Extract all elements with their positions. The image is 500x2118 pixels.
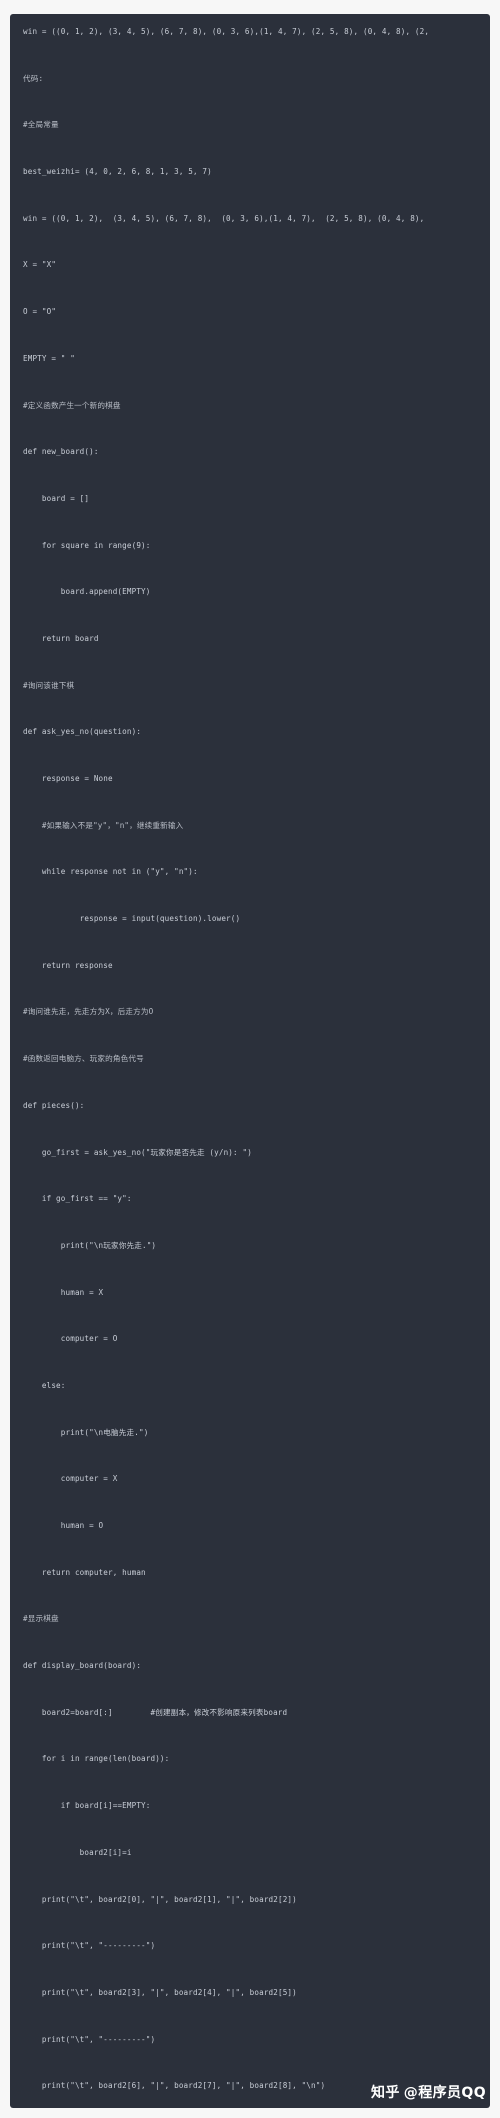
code-line: print("\t", board2[3], "|", board2[4], "… [23,1987,297,1997]
zhihu-author-handle: @程序员QQ [403,2085,486,2101]
code-line: print("\n电脑先走.") [23,1427,149,1437]
code-line: computer = O [23,1334,118,1344]
code-line: else: [23,1380,66,1390]
code-line: #询问该谁下棋 [23,680,75,690]
code-line: print("\t", board2[0], "|", board2[1], "… [23,1894,297,1904]
code-line: while response not in ("y", "n"): [23,867,198,877]
screenshot-page: win = ((0, 1, 2), (3, 4, 5), (6, 7, 8), … [0,0,500,2118]
code-line: #显示棋盘 [23,1614,59,1624]
code-line: for square in range(9): [23,540,151,550]
code-line: X = "X" [23,260,57,270]
code-line: go_first = ask_yes_no("玩家你是否先走 (y/n): ") [23,1147,252,1157]
code-line: def new_board(): [23,447,99,457]
code-line: computer = X [23,1474,118,1484]
code-line: print("\t", "---------") [23,1941,156,1951]
code-line: for i in range(len(board)): [23,1754,170,1764]
code-line: board = [] [23,493,90,503]
code-line: board2[i]=i [23,1847,132,1857]
code-line: return computer, human [23,1567,146,1577]
code-line: def ask_yes_no(question): [23,727,142,737]
code-line: return board [23,633,99,643]
code-line: board.append(EMPTY) [23,587,151,597]
code-line: return response [23,960,113,970]
code-line: #询问谁先走，先走方为X，后走方为O [23,1007,154,1017]
code-line: #如果输入不是"y"，"n"，继续重新输入 [23,820,184,830]
code-line: response = input(question).lower() [23,914,241,924]
code-line: EMPTY = " " [23,353,75,363]
code-line: win = ((0, 1, 2), (3, 4, 5), (6, 7, 8), … [23,213,425,223]
code-line: def pieces(): [23,1100,85,1110]
zhihu-logo-text: 知乎 [370,2085,400,2101]
code-line: print("\n玩家你先走.") [23,1240,157,1250]
code-line: print("\t", "---------") [23,2034,156,2044]
code-lines: win = ((0, 1, 2), (3, 4, 5), (6, 7, 8), … [10,20,490,2108]
code-line: response = None [23,774,113,783]
code-line: if go_first == "y": [23,1194,132,1204]
code-line: def display_board(board): [23,1661,142,1671]
code-line: win = ((0, 1, 2), (3, 4, 5), (6, 7, 8), … [23,27,430,36]
code-line: #定义函数产生一个新的棋盘 [23,400,121,410]
code-line: #全局常量 [23,120,59,130]
code-line: board2=board[:] #创建副本，修改不影响原来列表board [23,1707,288,1717]
code-line: O = "O" [23,307,57,317]
code-line: 代码: [23,73,44,83]
code-line: #函数返回电脑方、玩家的角色代号 [23,1054,144,1064]
code-line: human = O [23,1521,104,1530]
code-line: human = X [23,1287,104,1297]
code-line: if board[i]==EMPTY: [23,1801,151,1811]
code-line: best_weizhi= (4, 0, 2, 6, 8, 1, 3, 5, 7) [23,167,212,177]
zhihu-watermark: 知乎 @程序员QQ [371,2082,486,2102]
code-block: win = ((0, 1, 2), (3, 4, 5), (6, 7, 8), … [10,14,490,2108]
